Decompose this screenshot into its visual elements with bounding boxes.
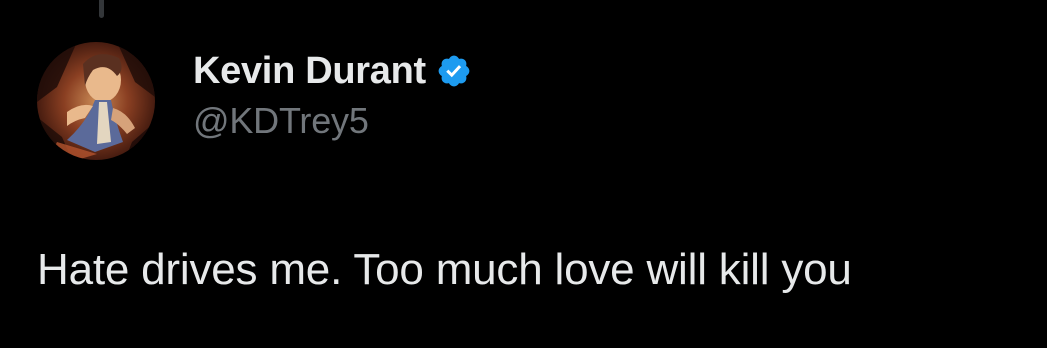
verified-badge-icon[interactable] (436, 53, 472, 89)
author-block: Kevin Durant @KDTrey5 (193, 48, 472, 142)
thread-connector-line (99, 0, 104, 18)
tweet-text: Hate drives me. Too much love will kill … (37, 245, 852, 294)
avatar[interactable] (37, 42, 155, 160)
display-name[interactable]: Kevin Durant (193, 50, 426, 93)
display-name-row: Kevin Durant (193, 48, 472, 94)
user-handle[interactable]: @KDTrey5 (193, 100, 472, 142)
